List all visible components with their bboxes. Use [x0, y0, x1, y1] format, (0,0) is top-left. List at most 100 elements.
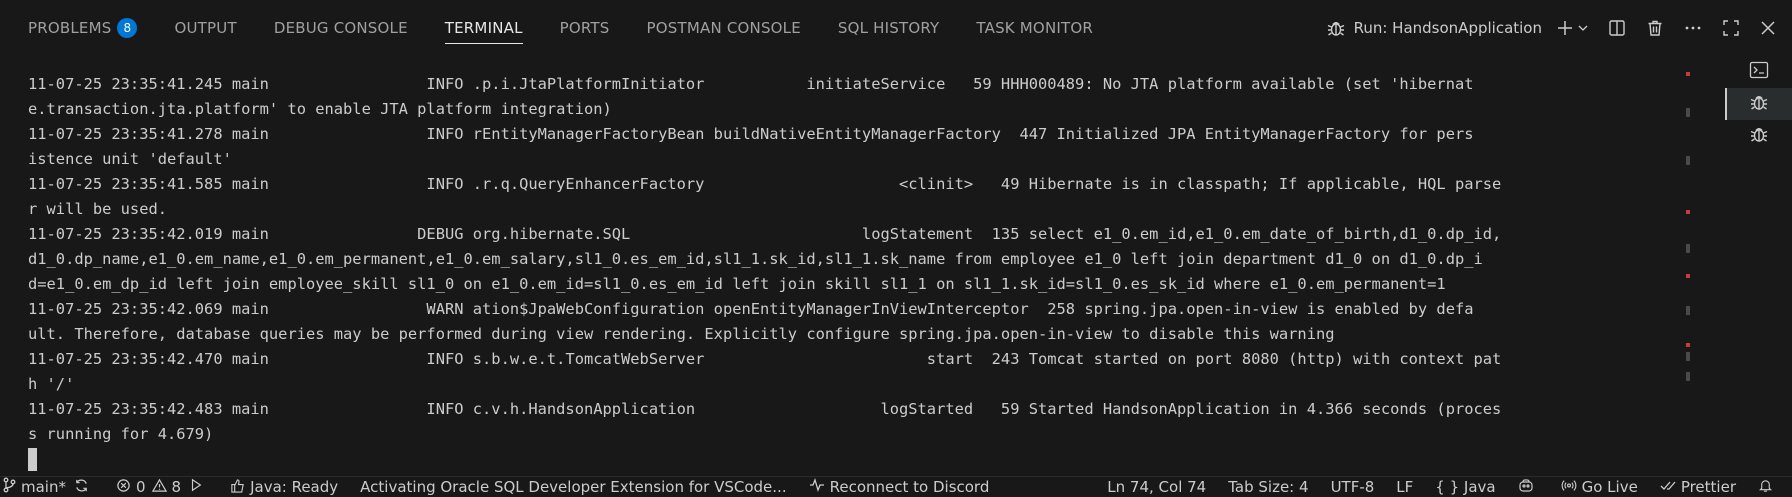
terminal-line: 11-07-25 23:35:41.585 main INFO .r.q.Que… — [28, 175, 1502, 193]
error-icon — [116, 478, 136, 497]
bell-icon — [1758, 478, 1778, 497]
tab-label: OUTPUT — [174, 19, 237, 37]
scrollbar-overview[interactable] — [1686, 64, 1690, 434]
kill-terminal-button[interactable] — [1646, 19, 1664, 37]
language-status[interactable]: { } Java — [1435, 477, 1495, 497]
copilot-icon — [1518, 478, 1539, 497]
terminal-line: 11-07-25 23:35:41.278 main INFO rEntityM… — [28, 125, 1474, 143]
tab-size-status[interactable]: Tab Size: 4 — [1228, 477, 1308, 497]
terminal-line: 11-07-25 23:35:42.483 main INFO c.v.h.Ha… — [28, 400, 1502, 418]
encoding: UTF-8 — [1330, 478, 1375, 496]
terminal-cursor — [28, 448, 37, 471]
tab-terminal[interactable]: TERMINAL — [444, 0, 523, 56]
eol-status[interactable]: LF — [1396, 477, 1413, 497]
scroll-marker — [1686, 210, 1690, 214]
chevron-down-icon — [1578, 23, 1588, 33]
terminal-toolbar: Run: HandsonApplication — [1306, 0, 1776, 56]
problems-status[interactable]: 0 8 — [116, 477, 208, 497]
tab-label: PORTS — [559, 19, 610, 37]
terminal-line: 11-07-25 23:35:42.069 main WARN ation$Jp… — [28, 300, 1474, 318]
encoding-status[interactable]: UTF-8 — [1331, 477, 1375, 497]
sync-icon — [74, 478, 94, 497]
terminal-line: h '/' — [28, 375, 75, 393]
tab-label: SQL HISTORY — [837, 19, 940, 37]
close-icon — [1760, 20, 1776, 36]
tab-label: PROBLEMS — [28, 19, 112, 37]
trash-icon — [1646, 19, 1664, 37]
scroll-marker — [1686, 343, 1690, 347]
copilot-status[interactable] — [1518, 477, 1539, 497]
discord-label: Reconnect to Discord — [829, 478, 990, 496]
notifications-status[interactable] — [1758, 477, 1778, 497]
split-terminal-button[interactable] — [1608, 19, 1626, 37]
branch-status[interactable]: main* — [2, 477, 94, 497]
more-actions-button[interactable] — [1684, 19, 1702, 37]
extension-activity-status: Activating Oracle SQL Developer Extensio… — [360, 477, 786, 497]
tab-label: TASK MONITOR — [976, 19, 1093, 37]
activity-label: Activating Oracle SQL Developer Extensio… — [360, 478, 787, 496]
problems-count-badge: 8 — [117, 18, 138, 38]
java-status[interactable]: Java: Ready — [230, 477, 338, 497]
status-bar-right: Ln 74, Col 74 Tab Size: 4 UTF-8 LF { } J… — [1085, 477, 1792, 497]
run-icon — [189, 478, 208, 496]
warning-count: 8 — [171, 478, 182, 496]
tab-output[interactable]: OUTPUT — [174, 0, 236, 56]
new-terminal-button[interactable] — [1556, 19, 1588, 37]
language: { } Java — [1435, 478, 1496, 496]
terminal-line: d1_0.dp_name,e1_0.em_name,e1_0.em_perman… — [28, 250, 1483, 268]
terminal-session-list — [1725, 56, 1792, 476]
tab-ports[interactable]: PORTS — [560, 0, 610, 56]
cursor-position: Ln 74, Col 74 — [1107, 478, 1207, 496]
run-session-label: Run: HandsonApplication — [1353, 19, 1542, 37]
scroll-marker — [1686, 108, 1690, 117]
eol: LF — [1396, 478, 1414, 496]
go-live-status[interactable]: Go Live — [1561, 477, 1638, 497]
terminal-session-item[interactable] — [1725, 56, 1792, 88]
tab-label: TERMINAL — [444, 19, 523, 37]
tab-size: Tab Size: 4 — [1228, 478, 1309, 496]
split-icon — [1608, 19, 1626, 37]
terminal-icon — [1749, 61, 1769, 83]
run-session-dropdown[interactable]: Run: HandsonApplication — [1326, 18, 1542, 38]
tab-problems[interactable]: PROBLEMS 8 — [28, 0, 138, 56]
scroll-marker — [1686, 72, 1690, 76]
terminal-line: 11-07-25 23:35:42.019 main DEBUG org.hib… — [28, 225, 1502, 243]
terminal-line: 11-07-25 23:35:41.245 main INFO .p.i.Jta… — [28, 75, 1474, 93]
bug-icon — [1749, 92, 1769, 116]
terminal-line: r will be used. — [28, 200, 167, 218]
tab-label: POSTMAN CONSOLE — [646, 19, 801, 37]
scroll-marker — [1686, 306, 1690, 315]
debug-session-item[interactable] — [1725, 88, 1792, 120]
scroll-marker — [1686, 372, 1690, 381]
tab-debug-console[interactable]: DEBUG CONSOLE — [274, 0, 408, 56]
scroll-marker — [1686, 352, 1690, 361]
broadcast-icon — [1561, 478, 1582, 497]
terminal-output[interactable]: 11-07-25 23:35:41.245 main INFO .p.i.Jta… — [28, 72, 1708, 474]
bug-icon — [1326, 18, 1346, 38]
error-count: 0 — [135, 478, 146, 496]
tab-task-monitor[interactable]: TASK MONITOR — [976, 0, 1093, 56]
go-live-label: Go Live — [1581, 478, 1638, 496]
maximize-icon — [1722, 19, 1740, 37]
bug-icon — [1749, 124, 1769, 148]
debug-session-item[interactable] — [1725, 120, 1792, 152]
warning-icon — [151, 478, 172, 497]
maximize-panel-button[interactable] — [1722, 19, 1740, 37]
scroll-marker — [1686, 274, 1690, 278]
double-check-icon — [1660, 478, 1681, 496]
close-panel-button[interactable] — [1760, 20, 1776, 36]
terminal-cursor-line — [28, 447, 1708, 472]
branch-name: main* — [21, 478, 66, 496]
tab-postman-console[interactable]: POSTMAN CONSOLE — [647, 0, 801, 56]
pulse-icon — [809, 478, 830, 496]
prettier-status[interactable]: Prettier — [1660, 477, 1736, 497]
terminal-line: e.transaction.jta.platform' to enable JT… — [28, 100, 612, 118]
discord-status[interactable]: Reconnect to Discord — [809, 477, 990, 497]
cursor-position-status[interactable]: Ln 74, Col 74 — [1107, 477, 1206, 497]
scroll-marker — [1686, 156, 1690, 165]
tab-sql-history[interactable]: SQL HISTORY — [838, 0, 939, 56]
terminal-line: 11-07-25 23:35:42.470 main INFO s.b.w.e.… — [28, 350, 1502, 368]
terminal-line: s running for 4.679) — [28, 425, 214, 443]
prettier-label: Prettier — [1680, 478, 1736, 496]
scroll-marker — [1686, 244, 1690, 253]
